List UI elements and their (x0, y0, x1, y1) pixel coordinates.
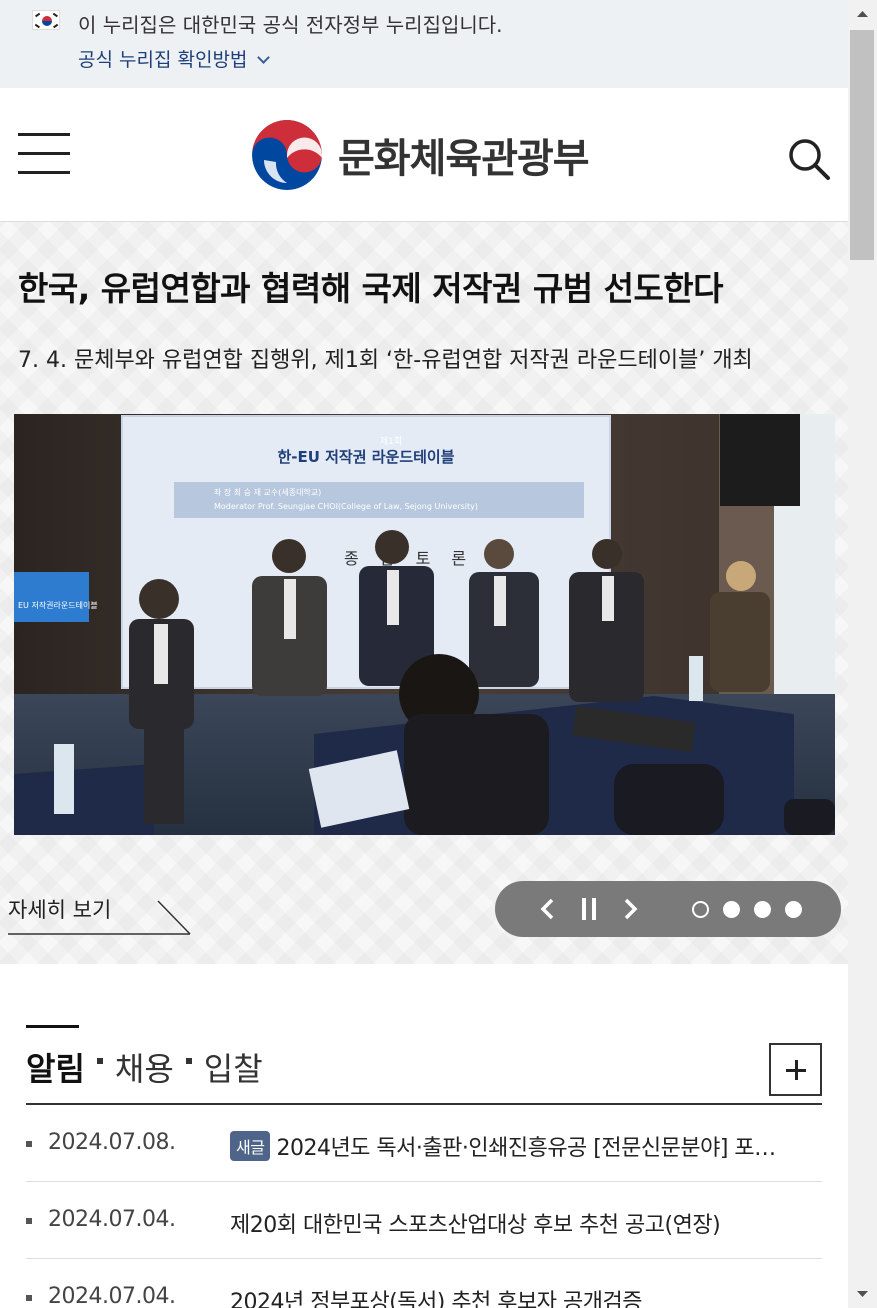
tab-bidding[interactable]: 입찰 (204, 1044, 263, 1090)
hero-subtitle: 7. 4. 문체부와 유럽연합 집행위, 제1회 ‘한-유럽연합 저작권 라운드… (18, 348, 753, 373)
page: 이 누리집은 대한민국 공식 전자정부 누리집입니다. 공식 누리집 확인방법 … (0, 0, 848, 1308)
roundtable-photo-illustration: 제1회 한-EU 저작권 라운드테이블 좌 장 최 승 재 교수(세종대학교) … (14, 414, 835, 835)
chevron-right-icon[interactable] (615, 881, 645, 937)
bullet-icon (26, 1218, 32, 1224)
hero-title[interactable]: 한국, 유럽연합과 협력해 국제 저작권 규범 선도한다 (18, 262, 724, 310)
tab-notice[interactable]: 알림 (26, 1044, 85, 1090)
gov-banner-message: 이 누리집은 대한민국 공식 전자정부 누리집입니다. (78, 13, 503, 37)
notice-date: 2024.07.08. (48, 1130, 176, 1155)
scroll-down-arrow-icon[interactable] (848, 1280, 877, 1308)
plus-icon[interactable] (769, 1043, 822, 1096)
notice-title[interactable]: 2024년 정부포상(독서) 추천 후보자 공개검증 (230, 1284, 790, 1308)
notice-tabs: 알림 채용 입찰 (26, 1045, 263, 1089)
gov-banner: 이 누리집은 대한민국 공식 전자정부 누리집입니다. 공식 누리집 확인방법 (0, 0, 848, 88)
list-item[interactable]: 2024.07.04. 2024년 정부포상(독서) 추천 후보자 공개검증 (26, 1259, 822, 1308)
site-logo-text: 문화체육관광부 (338, 136, 590, 182)
scroll-up-arrow-icon[interactable] (848, 0, 877, 28)
search-icon[interactable] (786, 136, 832, 182)
slider-controls (495, 881, 841, 937)
slide-dot-2[interactable] (723, 901, 740, 918)
korean-flag-icon (32, 10, 60, 30)
verify-link-label: 공식 누리집 확인방법 (78, 49, 248, 71)
notice-title-text: 2024년도 독서·출판·인쇄진흥유공 [전문신문분야] 포상 후보자 공개검증 (276, 1136, 790, 1161)
list-item[interactable]: 2024.07.04. 제20회 대한민국 스포츠산업대상 후보 추천 공고(연… (26, 1182, 822, 1259)
screen-moderator-en: Moderator Prof. Seungjae CHOI(College of… (214, 502, 478, 511)
chevron-down-icon (257, 51, 271, 64)
chevron-left-icon[interactable] (533, 881, 563, 937)
slide-dot-1[interactable] (692, 901, 709, 918)
pause-icon[interactable] (574, 881, 604, 937)
svg-text:제1회: 제1회 (380, 436, 402, 447)
slide-dot-4[interactable] (785, 901, 802, 918)
screen-moderator-ko: 좌 장 최 승 재 교수(세종대학교) (214, 487, 321, 497)
read-more-underline-icon (8, 900, 191, 935)
site-logo[interactable]: 문화체육관광부 (252, 120, 590, 190)
tab-separator (96, 1058, 103, 1064)
tab-separator (185, 1058, 192, 1064)
list-item[interactable]: 2024.07.08. 새글 2024년도 독서·출판·인쇄진흥유공 [전문신문분… (26, 1105, 822, 1182)
bullet-icon (26, 1295, 32, 1301)
notice-list: 2024.07.08. 새글 2024년도 독서·출판·인쇄진흥유공 [전문신문분… (26, 1105, 822, 1308)
screen-badge: 제1회 (380, 436, 402, 447)
section-accent-bar (26, 1025, 79, 1028)
hamburger-menu-icon[interactable] (18, 133, 70, 175)
tab-recruit[interactable]: 채용 (115, 1044, 174, 1090)
government-emblem-icon (252, 120, 322, 190)
side-banner-text: EU 저작권라운드테이블 (18, 600, 98, 610)
verify-official-site-link[interactable]: 공식 누리집 확인방법 (78, 45, 271, 72)
vertical-scrollbar[interactable] (848, 0, 877, 1308)
bullet-icon (26, 1141, 32, 1147)
slide-dot-3[interactable] (754, 901, 771, 918)
screen-title: 한-EU 저작권 라운드테이블 (277, 448, 454, 466)
hero-slider: 한국, 유럽연합과 협력해 국제 저작권 규범 선도한다 7. 4. 문체부와 … (0, 222, 848, 964)
screen-session: 종 합 토 론 (344, 549, 474, 568)
site-header: 문화체육관광부 (0, 88, 848, 222)
new-badge: 새글 (230, 1131, 271, 1161)
notice-title[interactable]: 제20회 대한민국 스포츠산업대상 후보 추천 공고(연장) (230, 1207, 790, 1239)
hero-photo[interactable]: 제1회 한-EU 저작권 라운드테이블 좌 장 최 승 재 교수(세종대학교) … (14, 414, 835, 835)
notice-title[interactable]: 새글2024년도 독서·출판·인쇄진흥유공 [전문신문분야] 포상 후보자 공개… (230, 1130, 790, 1163)
scrollbar-thumb[interactable] (850, 30, 874, 260)
notice-date: 2024.07.04. (48, 1207, 176, 1232)
notice-date: 2024.07.04. (48, 1284, 176, 1308)
